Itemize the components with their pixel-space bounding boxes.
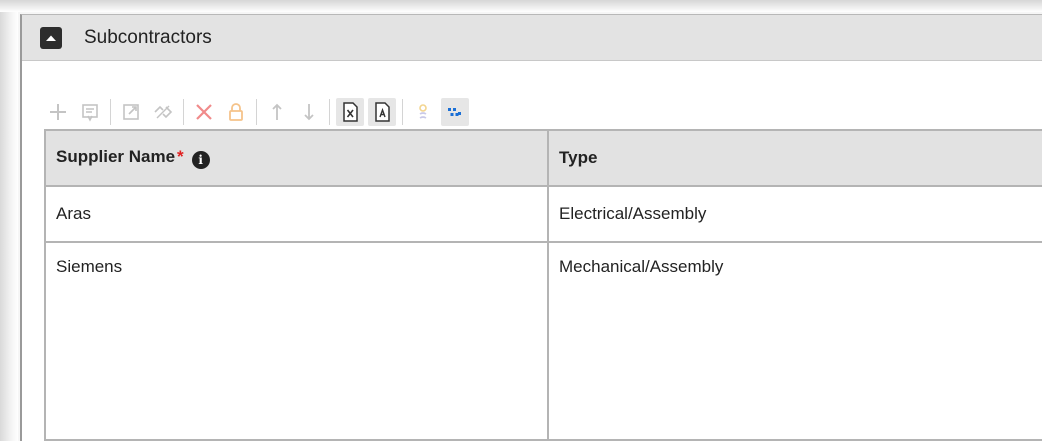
- plus-icon: [50, 104, 66, 120]
- relationship-toolbar: [44, 97, 473, 127]
- cell-supplier-name[interactable]: Siemens: [44, 241, 549, 441]
- export-pdf-icon: [375, 102, 390, 122]
- grid-view-icon: [448, 108, 461, 116]
- panel-header: Subcontractors: [22, 15, 1042, 61]
- search-mode-icon: [419, 104, 427, 119]
- move-up-button[interactable]: [263, 98, 291, 126]
- subcontractors-panel: Subcontractors Supplier Name * i Type Ar…: [20, 14, 1042, 441]
- info-icon[interactable]: i: [191, 151, 210, 169]
- window-frame: Subcontractors Supplier Name * i Type Ar…: [0, 0, 1042, 441]
- move-down-button[interactable]: [295, 98, 323, 126]
- required-indicator: *: [177, 147, 184, 166]
- open-icon: [123, 104, 139, 120]
- column-header-supplier-name[interactable]: Supplier Name * i: [44, 129, 549, 187]
- grid-header-row: Supplier Name * i Type: [44, 129, 1042, 187]
- move-down-icon: [304, 104, 314, 121]
- cell-supplier-name[interactable]: Aras: [44, 185, 549, 243]
- cell-type[interactable]: Mechanical/Assembly: [547, 241, 1042, 441]
- toolbar-separator: [256, 99, 257, 125]
- search-mode-button[interactable]: [409, 98, 437, 126]
- table-row[interactable]: Siemens Mechanical/Assembly: [44, 241, 1042, 441]
- pick-button[interactable]: [76, 98, 104, 126]
- caret-up-icon: [46, 35, 56, 41]
- open-button[interactable]: [117, 98, 145, 126]
- export-pdf-button[interactable]: [368, 98, 396, 126]
- export-excel-button[interactable]: [336, 98, 364, 126]
- pick-list-icon: [82, 104, 98, 122]
- unlink-button[interactable]: [149, 98, 177, 126]
- column-header-label: Type: [559, 148, 598, 167]
- toolbar-separator: [402, 99, 403, 125]
- delete-icon: [196, 104, 212, 120]
- panel-title: Subcontractors: [84, 27, 212, 48]
- add-button[interactable]: [44, 98, 72, 126]
- unlink-icon: [154, 105, 173, 119]
- table-row[interactable]: Aras Electrical/Assembly: [44, 185, 1042, 243]
- frame-shadow-top: [0, 0, 1042, 12]
- export-excel-icon: [343, 102, 358, 122]
- frame-shadow-left: [0, 0, 18, 441]
- toolbar-separator: [110, 99, 111, 125]
- cell-type[interactable]: Electrical/Assembly: [547, 185, 1042, 243]
- move-up-icon: [272, 103, 282, 120]
- lock-button[interactable]: [222, 98, 250, 126]
- toolbar-separator: [183, 99, 184, 125]
- toolbar-separator: [329, 99, 330, 125]
- lock-icon: [229, 103, 243, 121]
- subcontractors-grid: Supplier Name * i Type Aras Electrical/Ass…: [44, 129, 1042, 441]
- column-header-type[interactable]: Type: [547, 129, 1042, 187]
- column-header-label: Supplier Name: [56, 147, 176, 166]
- delete-button[interactable]: [190, 98, 218, 126]
- grid-view-button[interactable]: [441, 98, 469, 126]
- collapse-button[interactable]: [40, 27, 62, 49]
